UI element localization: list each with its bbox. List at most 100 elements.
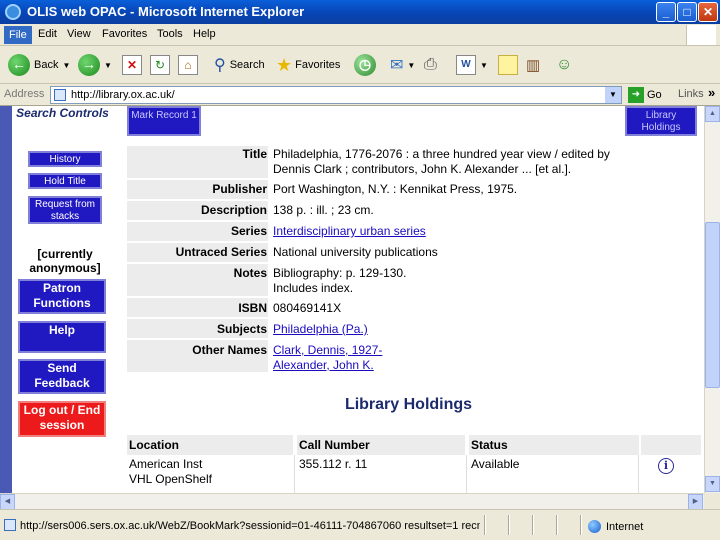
help-button[interactable]: Help [18, 321, 106, 353]
description-label: Description [200, 203, 267, 217]
scroll-down-icon[interactable]: ▼ [705, 476, 720, 492]
maximize-button[interactable]: □ [677, 2, 697, 22]
description-value: 138 p. : ill. ; 23 cm. [273, 203, 374, 217]
stop-icon: ✕ [122, 55, 142, 75]
notes-label: Notes [233, 266, 267, 280]
research-button[interactable]: ▥ [526, 53, 540, 77]
isbn-label: ISBN [238, 301, 267, 315]
mark-record-button[interactable]: Mark Record 1 [127, 106, 201, 136]
other-name-link-clark[interactable]: Clark, Dennis, 1927- [273, 343, 382, 357]
isbn-value: 080469141X [273, 301, 342, 315]
home-button[interactable]: ⌂ [178, 53, 198, 77]
vertical-scrollbar[interactable]: ▲ ▼ [704, 106, 720, 493]
search-label: Search [229, 59, 265, 71]
untraced-series-value: National university publications [273, 245, 438, 259]
print-button[interactable]: ⎙ [424, 53, 437, 77]
messenger-button[interactable]: ☺ [556, 53, 572, 77]
menu-edit[interactable]: Edit [38, 28, 57, 40]
vertical-scroll-thumb[interactable] [705, 222, 720, 388]
minimize-button[interactable]: _ [656, 2, 676, 22]
record-panel: Mark Record 1 Library Holdings Title Phi… [113, 106, 704, 493]
holdings-call-number: 355.112 r. 11 [299, 457, 368, 471]
title-value-line2: Dennis Clark ; contributors, John K. Ale… [273, 162, 572, 176]
hold-title-button[interactable]: Hold Title [28, 173, 102, 189]
close-button[interactable]: ✕ [698, 2, 718, 22]
horizontal-scrollbar[interactable]: ◀ ▶ [0, 493, 704, 510]
series-link[interactable]: Interdisciplinary urban series [273, 224, 426, 238]
search-button[interactable]: ⚲ Search [214, 53, 265, 77]
status-bar: http://sers006.sers.ox.ac.uk/WebZ/BookMa… [0, 509, 720, 540]
go-button[interactable]: ➜ Go [628, 87, 662, 103]
address-dropdown-icon[interactable]: ▼ [605, 87, 621, 103]
edit-dropdown-icon: ▼ [480, 60, 488, 70]
back-arrow-icon: ← [8, 54, 30, 76]
history-button[interactable]: History [28, 151, 102, 167]
scroll-left-icon[interactable]: ◀ [0, 494, 15, 510]
forward-button[interactable]: → ▼ [78, 53, 112, 77]
menu-tools[interactable]: Tools [157, 28, 183, 40]
send-feedback-button[interactable]: Send Feedback [18, 359, 106, 394]
address-input[interactable]: http://library.ox.ac.uk/ ▼ [50, 86, 622, 104]
address-label: Address [4, 88, 45, 100]
other-name-link-alexander[interactable]: Alexander, John K. [273, 358, 374, 372]
cell-divider [466, 455, 467, 493]
holdings-title: Library Holdings [344, 396, 473, 413]
back-button[interactable]: ← Back ▼ [8, 53, 70, 77]
links-button[interactable]: Links [678, 88, 704, 100]
history-toolbar-button[interactable]: ◷ [354, 53, 376, 77]
note-icon [498, 55, 518, 75]
publisher-label: Publisher [212, 182, 267, 196]
title-bar: OLIS web OPAC - Microsoft Internet Explo… [0, 0, 720, 24]
links-chevron-icon[interactable]: » [708, 85, 715, 100]
publisher-value: Port Washington, N.Y. : Kennikat Press, … [273, 182, 518, 196]
request-stacks-button[interactable]: Request from stacks [28, 196, 102, 224]
research-icon: ▥ [526, 57, 541, 74]
subject-link[interactable]: Philadelphia (Pa.) [273, 322, 368, 336]
history-clock-icon: ◷ [354, 54, 376, 76]
address-bar: Address http://library.ox.ac.uk/ ▼ ➜ Go … [0, 84, 720, 106]
word-icon: W [456, 55, 476, 75]
scroll-up-icon[interactable]: ▲ [705, 106, 720, 122]
status-divider [508, 515, 510, 535]
address-url: http://library.ox.ac.uk/ [71, 89, 175, 101]
notes-value-line1: Bibliography: p. 129-130. [273, 266, 407, 280]
scrollbar-corner [704, 493, 720, 509]
holdings-location: American Inst VHL OpenShelf [127, 457, 212, 487]
stop-button[interactable]: ✕ [122, 53, 142, 77]
toolbar: ← Back ▼ → ▼ ✕ ↻ ⌂ ⚲ Search ★ Favorites … [0, 46, 720, 84]
status-page-icon [4, 519, 16, 531]
menu-bar: File Edit View Favorites Tools Help [0, 24, 720, 46]
menu-help[interactable]: Help [193, 28, 216, 40]
search-controls-title: Search Controls [16, 106, 109, 120]
untraced-series-label: Untraced Series [175, 245, 267, 259]
menu-file[interactable]: File [4, 26, 32, 44]
series-label: Series [230, 224, 267, 238]
holdings-location-line2: VHL OpenShelf [129, 472, 212, 486]
refresh-button[interactable]: ↻ [150, 53, 170, 77]
logout-button[interactable]: Log out / End session [18, 401, 106, 437]
holdings-status: Available [471, 457, 520, 471]
mail-button[interactable]: ✉ ▼ [390, 53, 415, 77]
search-controls-panel: Search Controls History Hold Title Reque… [12, 106, 113, 493]
patron-functions-button[interactable]: Patron Functions [18, 279, 106, 314]
holdings-location-line1: American Inst [129, 457, 203, 471]
home-icon: ⌂ [178, 55, 198, 75]
menu-favorites[interactable]: Favorites [102, 28, 147, 40]
edit-word-button[interactable]: W ▼ [456, 53, 488, 77]
library-holdings-button[interactable]: Library Holdings [625, 106, 697, 136]
ie-logo-icon [5, 4, 21, 20]
scroll-right-icon[interactable]: ▶ [688, 494, 703, 510]
mail-icon: ✉ [390, 57, 404, 74]
windows-logo-icon [686, 25, 716, 45]
favorites-button[interactable]: ★ Favorites [276, 53, 340, 77]
info-icon[interactable]: i [658, 458, 674, 474]
zone-label: Internet [606, 520, 644, 533]
security-zone: Internet [588, 520, 643, 533]
forward-dropdown-icon: ▼ [104, 60, 112, 70]
left-decor-strip [0, 106, 12, 493]
status-divider [532, 515, 534, 535]
notes-button[interactable] [498, 53, 518, 77]
title-label: Title [242, 147, 267, 161]
menu-view[interactable]: View [67, 28, 91, 40]
go-arrow-icon: ➜ [628, 87, 644, 103]
